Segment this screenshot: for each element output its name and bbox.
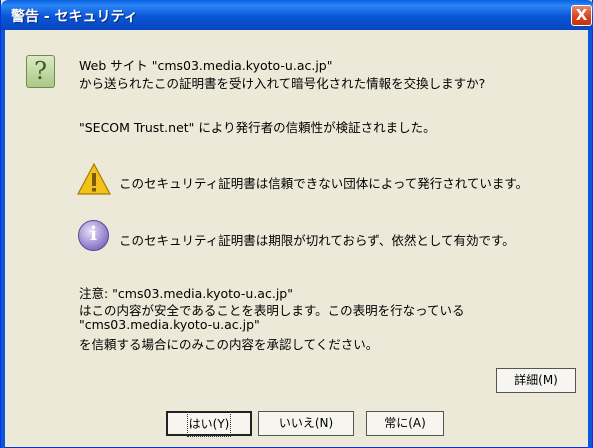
verified-text: "SECOM Trust.net" により発行者の信頼性が検証されました。 [79, 120, 436, 135]
note-line-3: "cms03.media.kyoto-u.ac.jp" [79, 317, 260, 332]
warning-text: このセキュリティ証明書は信頼できない団体によって発行されています。 [119, 176, 529, 191]
details-button-label: 詳細(M) [514, 373, 558, 387]
info-text: このセキュリティ証明書は期限が切れておらず、依然として有効です。 [119, 233, 515, 248]
title-bar[interactable]: 警告 - セキュリティ X [1, 0, 593, 30]
message-line-2: から送られたこの証明書を受け入れて暗号化された情報を交換しますか? [79, 76, 486, 91]
yes-button[interactable]: はい(Y) [166, 411, 252, 437]
details-button[interactable]: 詳細(M) [496, 368, 576, 393]
security-warning-dialog: 警告 - セキュリティ X ? Web サイト "cms03.media.kyo… [0, 0, 593, 448]
warning-icon [77, 163, 111, 195]
always-button-label: 常に(A) [384, 416, 426, 430]
note-line-4: を信頼する場合にのみこの内容を承認してください。 [79, 337, 379, 352]
always-button[interactable]: 常に(A) [366, 411, 444, 436]
no-button[interactable]: いいえ(N) [258, 411, 354, 436]
close-button[interactable]: X [571, 5, 592, 26]
message-line-1: Web サイト "cms03.media.kyoto-u.ac.jp" [79, 58, 333, 73]
dialog-content: ? Web サイト "cms03.media.kyoto-u.ac.jp" から… [1, 30, 593, 448]
question-icon: ? [26, 55, 55, 88]
no-button-label: いいえ(N) [278, 416, 334, 430]
window-title: 警告 - セキュリティ [11, 9, 138, 25]
yes-button-label: はい(Y) [186, 411, 232, 437]
info-icon: i [78, 220, 109, 251]
